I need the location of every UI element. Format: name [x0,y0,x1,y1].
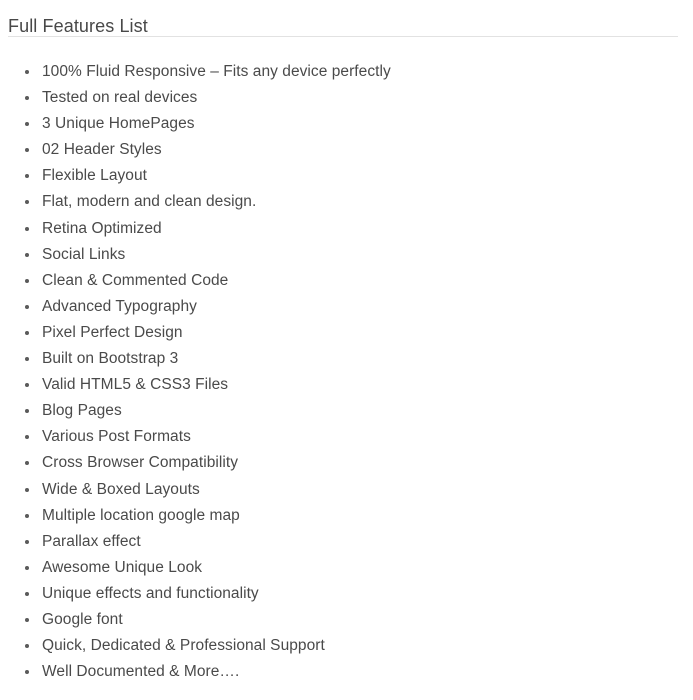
list-item: Built on Bootstrap 3 [0,346,693,372]
bullet-icon [25,304,29,309]
list-item-label: Flexible Layout [42,167,148,185]
list-item: Cross Browser Compatibility [0,450,693,476]
list-item-label: Unique effects and functionality [42,584,259,602]
list-item-label: Awesome Unique Look [42,558,203,576]
list-item: 02 Header Styles [0,137,693,163]
bullet-icon [25,174,29,179]
list-item-label: Google font [42,610,123,628]
bullet-icon [25,252,29,257]
bullet-icon [25,122,29,127]
bullet-icon [25,670,29,675]
list-item: Clean & Commented Code [0,268,693,294]
bullet-icon [25,70,29,74]
bullet-icon [25,461,29,466]
list-item-label: Flat, modern and clean design. [42,193,257,211]
list-item: Awesome Unique Look [0,555,693,581]
bullet-icon [25,200,29,205]
bullet-icon [25,383,29,388]
list-item-label: Wide & Boxed Layouts [42,480,200,498]
list-item: Pixel Perfect Design [0,320,693,346]
list-item: Retina Optimized [0,216,693,242]
list-item: Blog Pages [0,398,693,424]
list-item-label: Advanced Typography [42,297,197,315]
list-item: Valid HTML5 & CSS3 Files [0,372,693,398]
bullet-icon [25,565,29,570]
list-item-label: 3 Unique HomePages [42,115,195,133]
list-item-label: Well Documented & More…. [42,663,240,681]
list-item: Multiple location google map [0,503,693,529]
bullet-icon [25,539,29,544]
list-item: 100% Fluid Responsive – Fits any device … [0,59,693,85]
list-item: Flat, modern and clean design. [0,189,693,215]
list-item: Parallax effect [0,529,693,555]
list-item: Well Documented & More…. [0,659,693,685]
list-item-label: Parallax effect [42,532,141,550]
list-item-label: Quick, Dedicated & Professional Support [42,637,325,655]
list-item: Unique effects and functionality [0,581,693,607]
list-item: Tested on real devices [0,85,693,111]
bullet-icon [25,278,29,283]
list-item-label: 100% Fluid Responsive – Fits any device … [42,63,391,80]
list-item-label: Social Links [42,245,126,263]
bullet-icon [25,96,29,101]
full-features-list: 100% Fluid Responsive – Fits any device … [0,59,693,685]
list-item-label: 02 Header Styles [42,141,162,159]
list-item-label: Built on Bootstrap 3 [42,350,179,368]
list-item-label: Pixel Perfect Design [42,323,183,341]
title-divider [8,36,678,37]
bullet-icon [25,513,29,518]
list-item: Various Post Formats [0,424,693,450]
list-item-label: Valid HTML5 & CSS3 Files [42,376,229,394]
features-page: Full Features List 100% Fluid Responsive… [0,0,693,700]
list-item: Google font [0,607,693,633]
list-item-label: Clean & Commented Code [42,271,229,289]
list-item-label: Multiple location google map [42,506,240,524]
list-item-label: Retina Optimized [42,219,162,237]
bullet-icon [25,435,29,440]
bullet-icon [25,148,29,153]
list-item: Flexible Layout [0,163,693,189]
bullet-icon [25,226,29,231]
list-item-label: Tested on real devices [42,89,198,107]
list-item: Advanced Typography [0,294,693,320]
list-item: Wide & Boxed Layouts [0,477,693,503]
list-item-label: Various Post Formats [42,428,191,446]
list-item: Quick, Dedicated & Professional Support [0,633,693,659]
bullet-icon [25,644,29,649]
bullet-icon [25,617,29,622]
bullet-icon [25,487,29,492]
list-item: Social Links [0,242,693,268]
bullet-icon [25,409,29,414]
list-item: 3 Unique HomePages [0,111,693,137]
bullet-icon [25,591,29,596]
bullet-icon [25,357,29,362]
list-item-label: Cross Browser Compatibility [42,454,239,472]
list-item-label: Blog Pages [42,402,122,420]
bullet-icon [25,330,29,335]
